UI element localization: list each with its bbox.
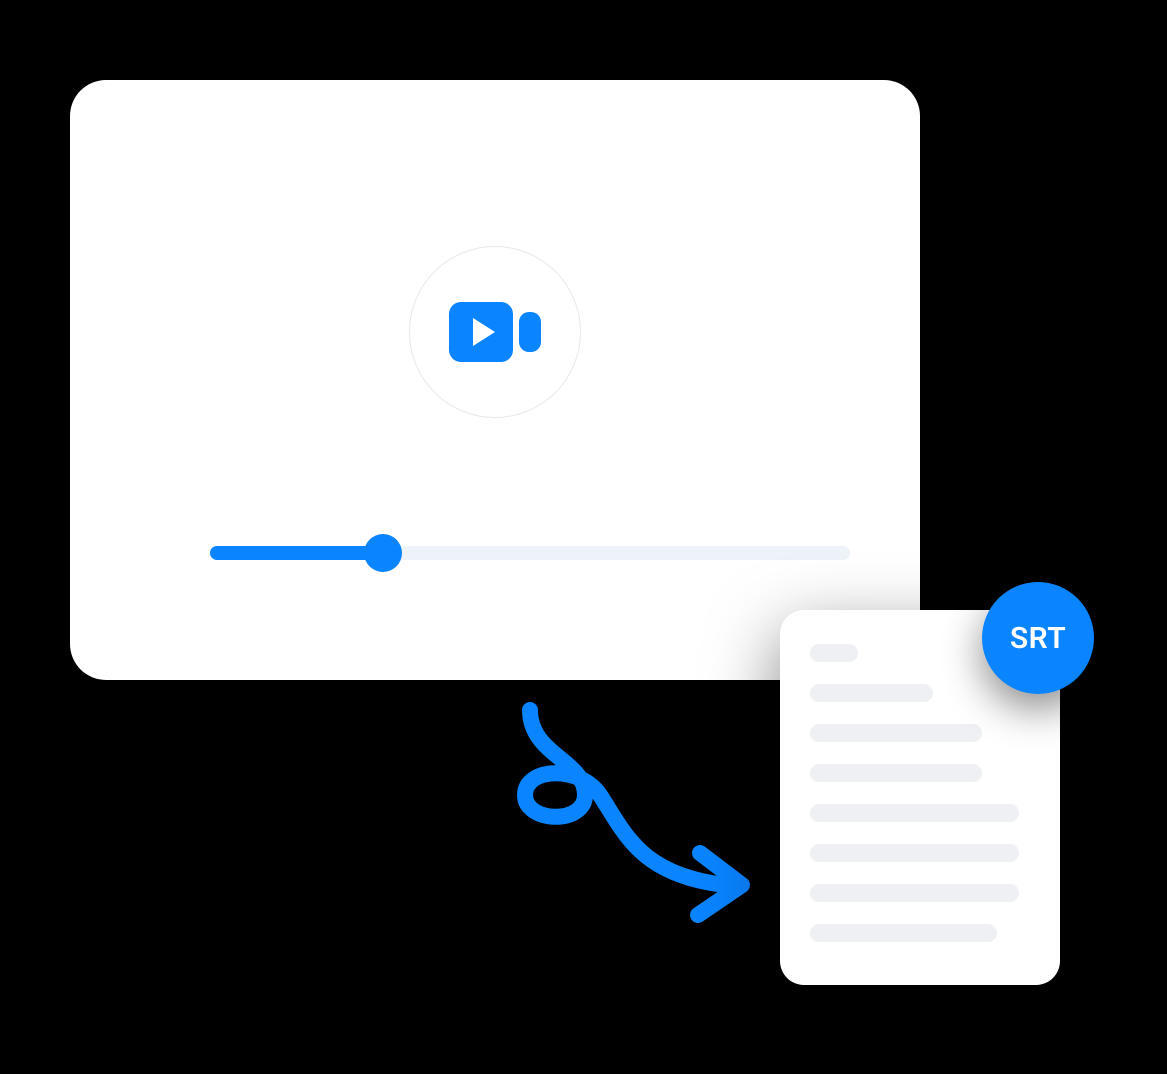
subtitle-file-card: SRT	[780, 610, 1060, 985]
document-line	[810, 804, 1019, 822]
document-line	[810, 684, 933, 702]
play-button[interactable]	[409, 246, 581, 418]
progress-fill	[210, 546, 383, 560]
document-line	[810, 884, 1019, 902]
srt-badge: SRT	[982, 582, 1094, 694]
document-line	[810, 764, 982, 782]
srt-badge-label: SRT	[1010, 621, 1066, 656]
illustration-stage: SRT	[0, 0, 1167, 1074]
video-camera-icon	[449, 298, 541, 366]
document-line	[810, 844, 1019, 862]
document-lines	[810, 644, 1030, 942]
progress-thumb[interactable]	[364, 534, 402, 572]
document-line	[810, 924, 997, 942]
video-player-card	[70, 80, 920, 680]
document-line	[810, 644, 858, 662]
document-line	[810, 724, 982, 742]
progress-track[interactable]	[210, 546, 850, 560]
arrow-icon	[470, 705, 760, 935]
